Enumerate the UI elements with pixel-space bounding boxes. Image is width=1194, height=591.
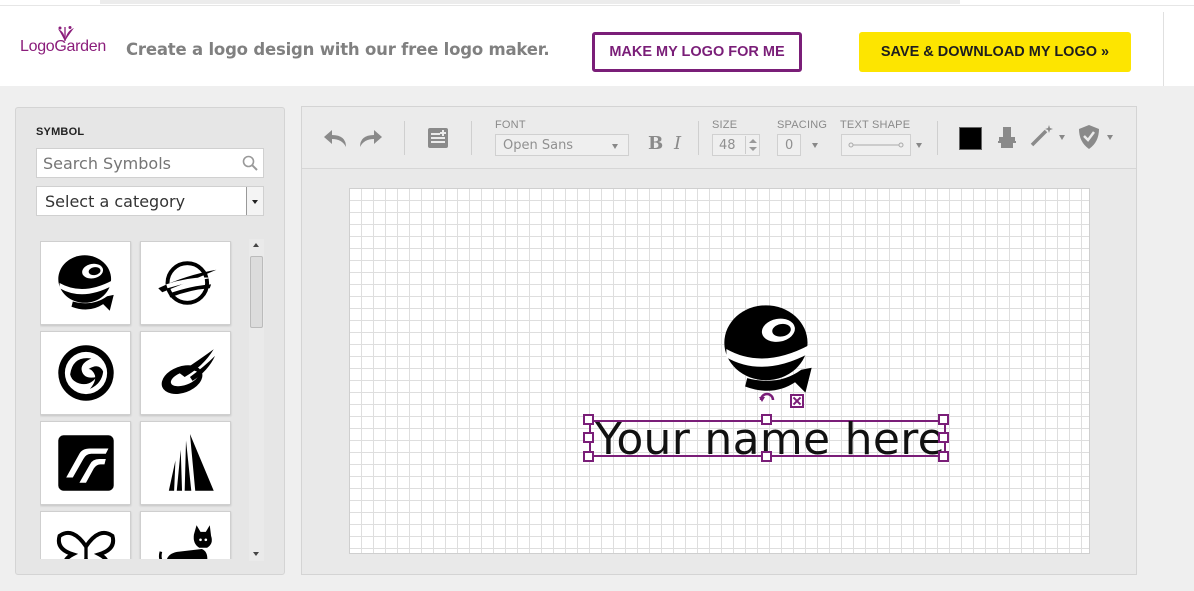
font-select[interactable]: Open Sans <box>495 134 629 156</box>
main-area: SYMBOL Select a category <box>0 86 1194 591</box>
header-right-edge <box>1163 12 1194 92</box>
chevron-down-icon[interactable] <box>1059 135 1065 140</box>
toolbar-divider <box>937 121 938 155</box>
resize-handle-n[interactable] <box>761 414 772 425</box>
butterfly-icon <box>56 531 116 559</box>
symbol-panel: SYMBOL Select a category <box>15 107 285 575</box>
make-logo-button[interactable]: MAKE MY LOGO FOR ME <box>592 32 802 72</box>
bold-button[interactable]: B <box>648 133 663 154</box>
header: LogoGarden Create a logo design with our… <box>0 6 1194 92</box>
text-shape-label: TEXT SHAPE <box>840 119 911 131</box>
cat-icon <box>158 525 212 559</box>
editor-panel: FONT Open Sans B I SIZE 48 SPACING 0 TEX… <box>301 106 1137 575</box>
size-value: 48 <box>719 138 736 153</box>
spacing-select[interactable]: 0 <box>777 134 801 156</box>
align-center-icon[interactable] <box>997 125 1017 151</box>
symbol-thumb-swoosh-globe[interactable] <box>140 241 231 325</box>
chevron-down-icon[interactable] <box>812 143 818 148</box>
square-stripes-icon <box>58 435 114 491</box>
resize-handle-nw[interactable] <box>583 414 594 425</box>
resize-handle-ne[interactable] <box>938 414 949 425</box>
toolbar-divider <box>471 121 472 155</box>
symbol-thumb-globe-arrow[interactable] <box>40 241 131 325</box>
symbol-thumb-triangle-stripes[interactable] <box>140 421 231 505</box>
symbol-grid <box>40 241 240 559</box>
symbol-panel-title: SYMBOL <box>36 126 85 138</box>
scroll-up-icon[interactable] <box>249 239 264 253</box>
symbol-thumb-circle-swirl[interactable] <box>40 331 131 415</box>
resize-handle-sw[interactable] <box>583 451 594 462</box>
spacing-label: SPACING <box>777 119 828 131</box>
size-stepper[interactable]: 48 <box>712 134 760 156</box>
design-canvas[interactable]: Your name here <box>349 188 1090 554</box>
spacing-value: 0 <box>785 138 794 153</box>
add-text-icon[interactable] <box>427 127 449 149</box>
globe-arrow-logo[interactable] <box>716 297 820 401</box>
text-color-swatch[interactable] <box>959 127 982 150</box>
resize-handle-se[interactable] <box>938 451 949 462</box>
delete-element-icon[interactable] <box>790 394 804 408</box>
symbol-thumb-butterfly[interactable] <box>40 511 131 559</box>
category-select-value: Select a category <box>45 192 186 211</box>
font-select-value: Open Sans <box>503 138 574 153</box>
redo-icon[interactable] <box>358 127 384 149</box>
search-icon[interactable] <box>242 155 258 171</box>
symbol-thumb-orbit-swoosh[interactable] <box>140 331 231 415</box>
chevron-down-icon[interactable] <box>1107 135 1113 140</box>
text-shape-line-icon <box>848 142 904 148</box>
shield-icon[interactable] <box>1078 124 1100 150</box>
save-download-button[interactable]: SAVE & DOWNLOAD MY LOGO » <box>859 32 1131 72</box>
italic-button[interactable]: I <box>674 133 681 154</box>
font-label: FONT <box>495 119 526 131</box>
resize-handle-w[interactable] <box>583 432 594 443</box>
toolbar-divider <box>404 121 405 155</box>
toolbar-divider <box>698 121 699 155</box>
symbol-search-input[interactable] <box>37 149 232 177</box>
orbit-swoosh-icon <box>161 349 216 394</box>
resize-handle-s[interactable] <box>761 451 772 462</box>
leaf-icon <box>58 26 74 42</box>
scrollbar-thumb[interactable] <box>250 256 263 328</box>
resize-handle-e[interactable] <box>938 432 949 443</box>
rotate-handle-icon[interactable] <box>758 387 776 403</box>
stepper-arrows-icon[interactable] <box>745 136 759 154</box>
text-shape-select[interactable] <box>841 134 911 156</box>
swoosh-globe-icon <box>158 261 217 305</box>
globe-arrow-icon <box>58 255 114 311</box>
symbol-search <box>36 148 264 178</box>
circle-swirl-icon <box>58 345 114 401</box>
chevron-down-icon[interactable] <box>916 143 922 148</box>
undo-icon[interactable] <box>322 127 348 149</box>
editor-toolbar: FONT Open Sans B I SIZE 48 SPACING 0 TEX… <box>302 107 1136 169</box>
category-select[interactable]: Select a category <box>36 186 264 216</box>
top-strip <box>100 0 960 4</box>
site-logo[interactable]: LogoGarden <box>20 26 106 56</box>
symbol-scrollbar[interactable] <box>249 239 264 561</box>
symbol-thumb-square-stripes[interactable] <box>40 421 131 505</box>
chevron-down-icon[interactable] <box>246 187 263 215</box>
triangle-stripes-icon <box>168 433 214 491</box>
magic-wand-icon[interactable] <box>1029 123 1055 149</box>
size-label: SIZE <box>712 119 738 131</box>
tagline: Create a logo design with our free logo … <box>126 40 550 59</box>
symbol-thumb-cat[interactable] <box>140 511 231 559</box>
scroll-down-icon[interactable] <box>249 547 264 561</box>
